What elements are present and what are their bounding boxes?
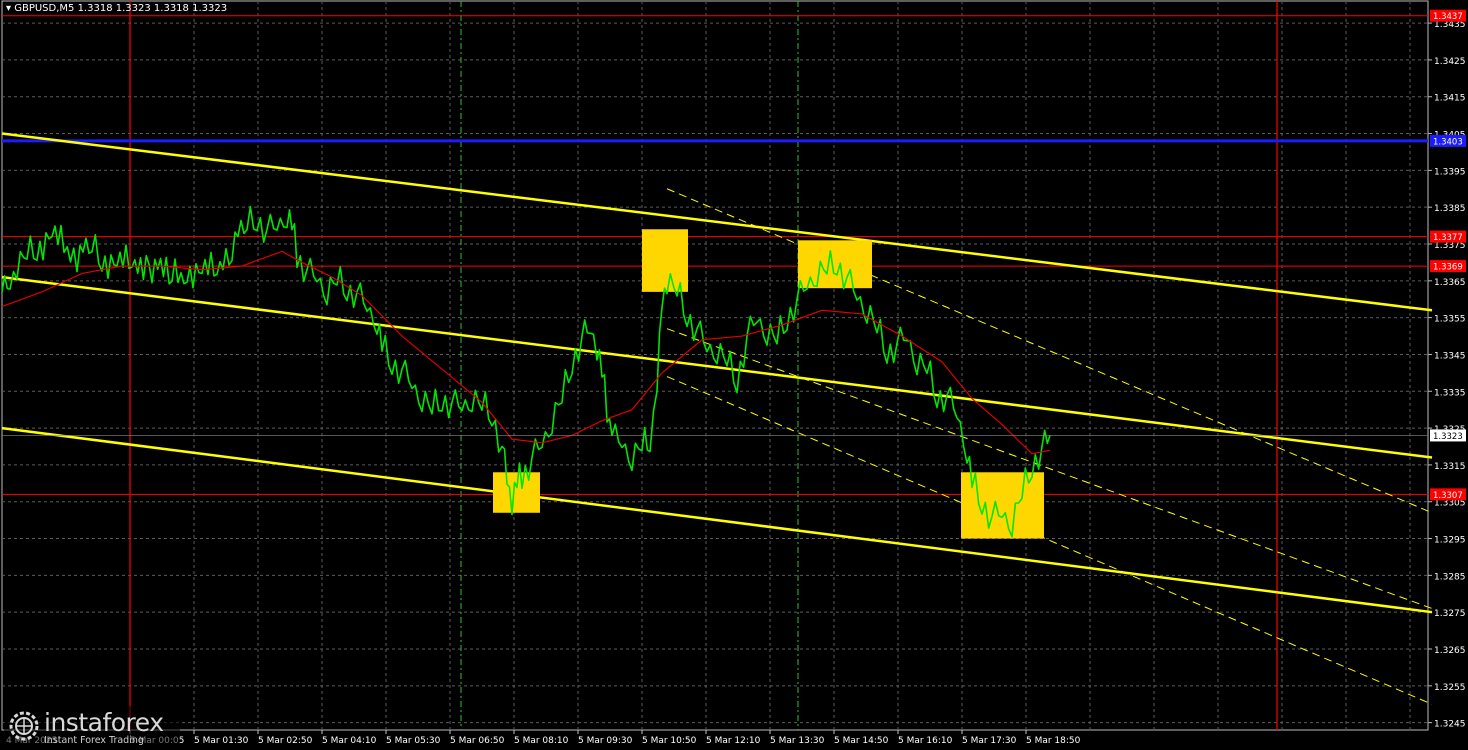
x-tick-label: 5 Mar 10:50	[642, 736, 697, 746]
y-tick-label: 1.3355	[1434, 315, 1466, 325]
y-tick-label: 1.3275	[1434, 609, 1466, 619]
price-level-label: 1.3307	[1433, 491, 1463, 501]
instaforex-logo: instaforex Instant Forex Trading	[4, 706, 180, 748]
price-chart[interactable]: 1.34351.34251.34151.34051.33951.33851.33…	[0, 0, 1468, 750]
plot-frame	[1, 0, 1429, 731]
y-tick-label: 1.3245	[1434, 720, 1466, 730]
x-tick-label: 5 Mar 04:10	[322, 736, 377, 746]
y-tick-label: 1.3255	[1434, 683, 1466, 693]
price-level-label: 1.3377	[1433, 233, 1463, 243]
y-tick-label: 1.3425	[1434, 57, 1466, 67]
price-level-label: 1.3437	[1433, 12, 1463, 22]
x-tick-label: 5 Mar 05:30	[386, 736, 441, 746]
x-tick-label: 5 Mar 13:30	[770, 736, 825, 746]
y-tick-label: 1.3315	[1434, 462, 1466, 472]
symbol-info-label: ▾ GBPUSD,M5 1.3318 1.3323 1.3318 1.3323	[6, 3, 227, 14]
x-tick-label: 5 Mar 08:10	[514, 736, 569, 746]
gear-globe-icon	[9, 711, 39, 741]
x-tick-label: 5 Mar 16:10	[898, 736, 953, 746]
brand-tagline: Instant Forex Trading	[44, 735, 144, 746]
y-tick-label: 1.3335	[1434, 388, 1466, 398]
x-tick-label: 5 Mar 01:30	[194, 736, 249, 746]
x-tick-label: 5 Mar 09:30	[578, 736, 633, 746]
x-tick-label: 5 Mar 06:50	[450, 736, 505, 746]
y-tick-label: 1.3365	[1434, 278, 1466, 288]
x-tick-label: 5 Mar 17:30	[962, 736, 1017, 746]
symbol-line: GBPUSD,M5 1.3318 1.3323 1.3318 1.3323	[14, 3, 228, 14]
current-price-label: 1.3323	[1433, 432, 1463, 442]
signal-box	[493, 472, 540, 513]
brand-name: instaforex	[44, 708, 164, 737]
y-tick-label: 1.3295	[1434, 536, 1466, 546]
y-tick-label: 1.3385	[1434, 204, 1466, 214]
price-level-label: 1.3369	[1433, 263, 1463, 273]
price-level-label: 1.3403	[1433, 137, 1463, 147]
y-tick-label: 1.3285	[1434, 572, 1466, 582]
y-tick-label: 1.3345	[1434, 351, 1466, 361]
y-tick-label: 1.3265	[1434, 646, 1466, 656]
y-tick-label: 1.3395	[1434, 167, 1466, 177]
x-tick-label: 5 Mar 18:50	[1026, 736, 1081, 746]
x-tick-label: 5 Mar 14:50	[834, 736, 889, 746]
x-tick-label: 5 Mar 02:50	[258, 736, 313, 746]
dropdown-triangle-icon[interactable]: ▾	[6, 3, 11, 14]
x-tick-label: 5 Mar 12:10	[706, 736, 761, 746]
y-tick-label: 1.3415	[1434, 94, 1466, 104]
